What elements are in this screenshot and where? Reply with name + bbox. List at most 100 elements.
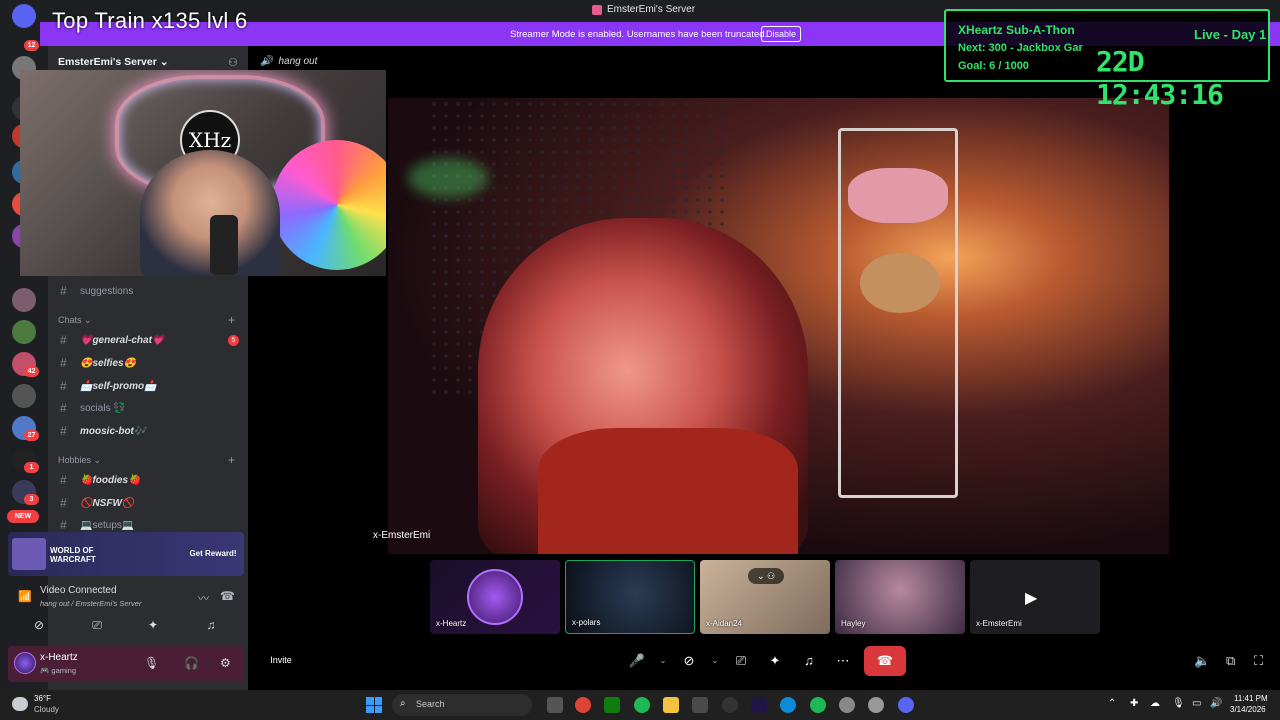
hash-icon: #	[60, 333, 67, 347]
participant-tile[interactable]: Hayley	[835, 560, 965, 634]
signal-icon[interactable]: 📶	[18, 590, 32, 603]
channel-suggestions[interactable]: # suggestions	[56, 281, 133, 301]
activities-icon[interactable]: ✦	[762, 648, 788, 674]
hash-icon: #	[60, 473, 67, 487]
channel-moosic-bot[interactable]: # moosic-bot🎶	[56, 421, 146, 441]
avatar[interactable]	[14, 652, 36, 674]
discord-home-icon[interactable]	[12, 4, 36, 28]
volume-icon[interactable]: 🔊	[1210, 698, 1222, 709]
camera-off-icon[interactable]: ⊘	[28, 618, 50, 636]
hash-icon: #	[60, 284, 67, 298]
channel-socials[interactable]: # socials 💱	[56, 398, 126, 418]
avatar	[467, 569, 523, 625]
edge-icon[interactable]	[780, 697, 796, 713]
promo-card: WORLD OF WARCRAFT Get Reward!	[8, 532, 244, 576]
file-explorer-icon[interactable]	[663, 697, 679, 713]
more-icon[interactable]: ⋯	[830, 648, 856, 674]
microphone-icon[interactable]: 🎤	[624, 648, 650, 674]
popout-icon[interactable]: ⧉	[1226, 653, 1235, 669]
app-icon[interactable]	[868, 697, 884, 713]
display-icon[interactable]: ▭	[1192, 698, 1201, 709]
settings-gear-icon[interactable]	[839, 697, 855, 713]
spotify-icon[interactable]	[810, 697, 826, 713]
volume-icon[interactable]: 🔈	[1194, 653, 1210, 669]
chevron-down-icon[interactable]: ⌄	[710, 648, 720, 674]
spotify-icon[interactable]	[634, 697, 650, 713]
participant-tile[interactable]: x-polars	[565, 560, 695, 634]
speaker-icon: 🔊	[260, 56, 273, 67]
add-channel-icon[interactable]: +	[228, 453, 235, 467]
disconnect-icon[interactable]: ☎	[220, 589, 235, 603]
search-icon: ⌕	[400, 698, 406, 709]
camera-off-icon[interactable]: ⊘	[676, 648, 702, 674]
video-camera-icon: ▶	[1025, 590, 1038, 607]
call-controls: 🎤 ⌄ ⊘ ⌄ ⎚ ✦ ♫ ⋯ ☎	[624, 646, 906, 676]
hash-icon: #	[60, 496, 67, 510]
task-view-icon[interactable]	[547, 697, 563, 713]
taskbar-search[interactable]: ⌕ Search	[392, 694, 532, 716]
chrome-icon[interactable]	[575, 697, 591, 713]
tray-app-icon[interactable]: ✚	[1130, 698, 1138, 709]
microphone-icon[interactable]: 🎙	[1172, 698, 1185, 709]
microphone-icon[interactable]: 🎙	[144, 656, 159, 670]
activities-icon[interactable]: ✦	[142, 618, 164, 636]
tile-controls[interactable]: ⌄ ⚇	[748, 568, 784, 584]
username: x-Heartz	[40, 652, 78, 663]
settings-gear-icon[interactable]: ⚙	[220, 656, 231, 670]
channel-selfies[interactable]: # 😍selfies😍	[56, 353, 136, 373]
participant-tile[interactable]: ⌄ ⚇ x-Aidan24	[700, 560, 830, 634]
app-icon	[592, 4, 602, 15]
channel-nsfw[interactable]: # 🚫NSFW🚫	[56, 493, 134, 513]
clock-date[interactable]: 3/14/2026	[1230, 705, 1266, 714]
chevron-up-icon[interactable]: ⌃	[1108, 698, 1116, 709]
clock-time[interactable]: 11:41 PM	[1234, 694, 1268, 703]
category-chats[interactable]: Chats ⌄	[58, 315, 92, 326]
store-icon[interactable]	[692, 697, 708, 713]
cloud-icon[interactable]	[12, 697, 28, 711]
search-placeholder: Search	[416, 699, 445, 709]
headphones-icon[interactable]: 🎧	[184, 656, 199, 670]
participant-tile[interactable]: x-Heartz	[430, 560, 560, 634]
timer-clock: 22D 12:43:16	[1096, 45, 1224, 111]
screen-share-icon[interactable]: ⎚	[728, 648, 754, 674]
main-participant-name: x-EmsterEmi	[373, 530, 431, 541]
screen-share-icon[interactable]: ⎚	[86, 618, 108, 636]
disable-streamer-mode-button[interactable]: Disable	[761, 26, 801, 42]
channel-foodies[interactable]: # 🍓foodies🍓	[56, 470, 140, 490]
start-button[interactable]	[366, 697, 382, 713]
obs-icon[interactable]	[722, 697, 738, 713]
leave-call-button[interactable]: ☎	[864, 646, 906, 676]
main-video-stream[interactable]	[388, 98, 1169, 554]
server-icon[interactable]	[12, 288, 36, 312]
get-reward-button[interactable]: Get Reward!	[184, 545, 242, 563]
hash-icon: #	[60, 379, 67, 393]
channel-general-chat[interactable]: # 💗general-chat💗	[56, 330, 164, 350]
warcraft-promo-image	[12, 538, 46, 570]
voice-channel-header: 🔊 hang out	[260, 56, 317, 67]
fullscreen-icon[interactable]: ⛶	[1254, 653, 1263, 669]
premiere-icon[interactable]	[751, 697, 767, 713]
invite-button[interactable]: Invite	[262, 650, 300, 670]
microphone	[210, 215, 238, 275]
voice-location[interactable]: hang out / EmsterEmi's Server	[40, 599, 141, 608]
server-icon[interactable]	[12, 384, 36, 408]
discord-icon[interactable]	[898, 697, 914, 713]
chevron-down-icon[interactable]: ⌄	[658, 648, 668, 674]
server-icon[interactable]	[12, 320, 36, 344]
noise-suppression-icon[interactable]: 〰	[198, 590, 209, 606]
prize-wheel	[272, 140, 386, 270]
promo-title: WORLD OF WARCRAFT	[50, 546, 96, 564]
new-servers-pill[interactable]: NEW	[7, 510, 39, 523]
soundboard-icon[interactable]: ♫	[796, 648, 822, 674]
unread-badge: 5	[228, 335, 239, 346]
xbox-icon[interactable]	[604, 697, 620, 713]
onedrive-icon[interactable]: ☁	[1150, 698, 1160, 709]
streamer-webcam-overlay: XHz	[20, 70, 386, 276]
server-badge: 27	[24, 430, 39, 441]
participant-tile[interactable]: ▶ x-EmsterEmi	[970, 560, 1100, 634]
soundboard-icon[interactable]: ♫	[200, 618, 222, 636]
channel-self-promo[interactable]: # 📩self-promo📩	[56, 376, 157, 396]
add-member-icon[interactable]: ⚇	[228, 56, 240, 69]
category-hobbies[interactable]: Hobbies ⌄	[58, 455, 101, 466]
add-channel-icon[interactable]: +	[228, 313, 235, 327]
